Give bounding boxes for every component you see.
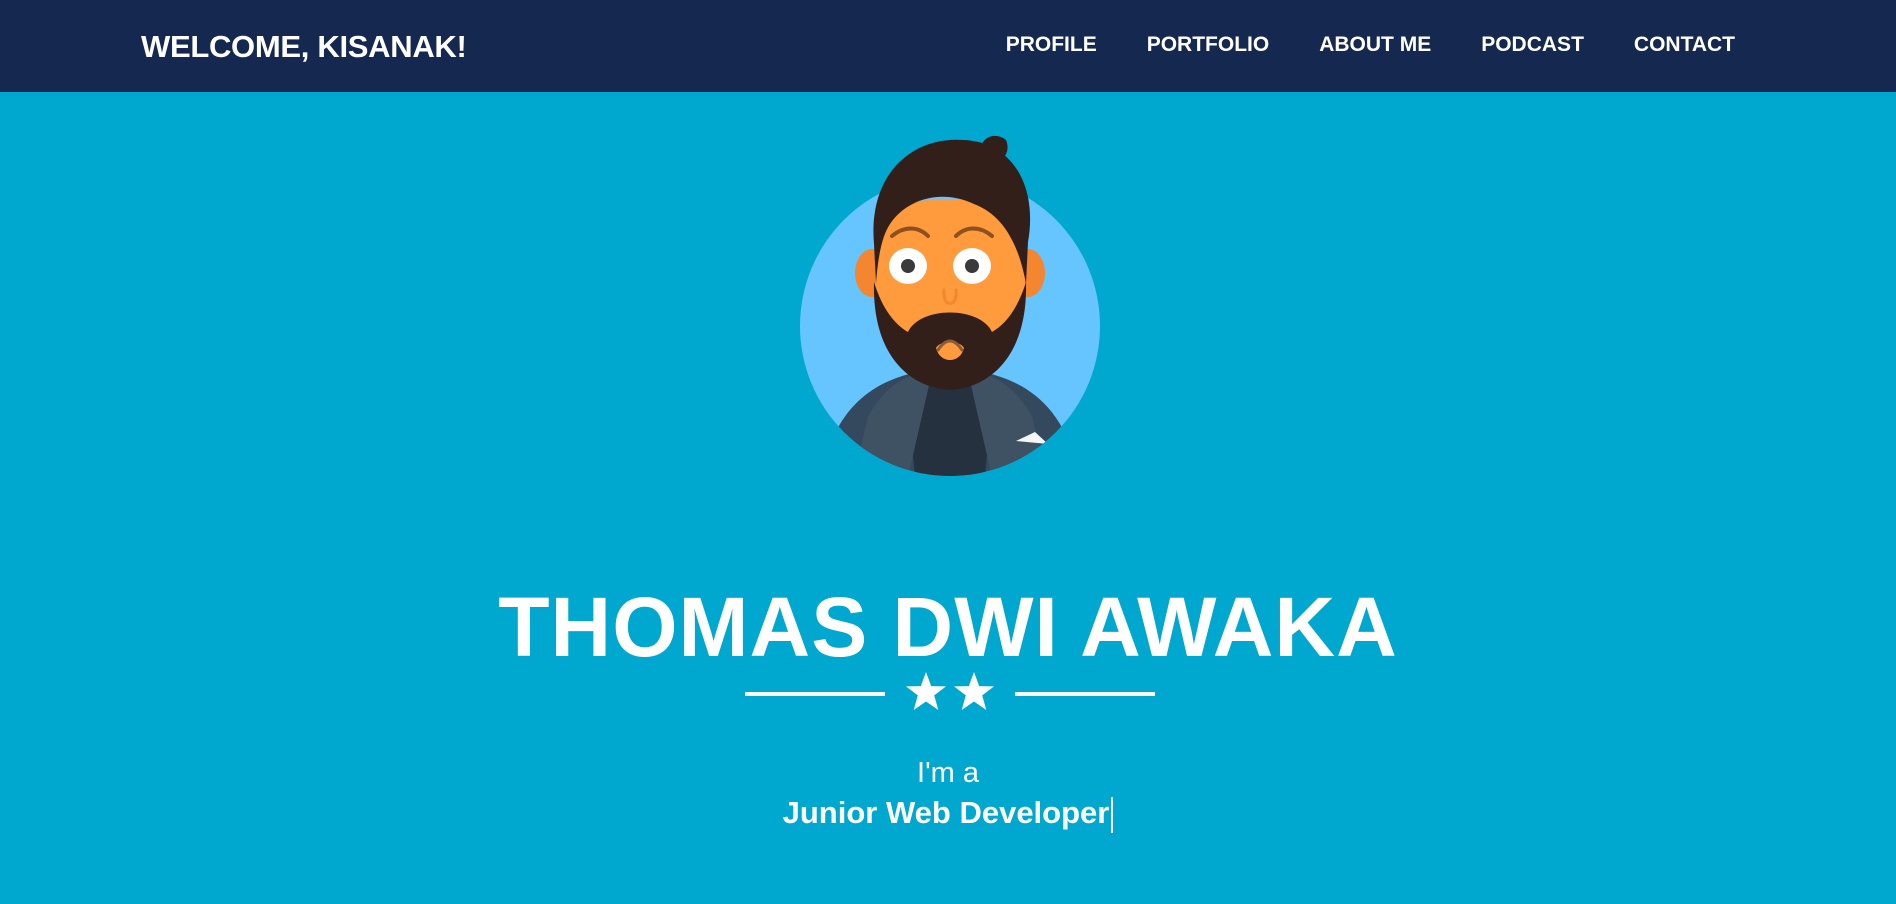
role-text-container: Junior Web Developer: [0, 795, 1896, 833]
divider-stars: [905, 670, 995, 718]
divider-line-left: [745, 692, 885, 696]
avatar: [780, 126, 1120, 486]
star-divider: [745, 670, 1155, 718]
typing-cursor: [1111, 796, 1114, 833]
intro-text: I'm a: [917, 757, 979, 789]
avatar-illustration-icon: [800, 135, 1100, 476]
top-navbar: WELCOME, KISANAK! PROFILE PORTFOLIO ABOU…: [0, 0, 1896, 92]
profile-name: THOMAS DWI AWAKA: [498, 580, 1398, 675]
star-icon: [906, 672, 946, 710]
nav-portfolio-link[interactable]: PORTFOLIO: [1147, 33, 1270, 57]
welcome-brand[interactable]: WELCOME, KISANAK!: [141, 29, 467, 65]
nav-about-me-link[interactable]: ABOUT ME: [1319, 33, 1431, 57]
portfolio-page: WELCOME, KISANAK! PROFILE PORTFOLIO ABOU…: [0, 0, 1896, 904]
nav-podcast-link[interactable]: PODCAST: [1481, 33, 1584, 57]
divider-line-right: [1015, 692, 1155, 696]
main-navigation: PROFILE PORTFOLIO ABOUT ME PODCAST CONTA…: [1006, 33, 1735, 57]
star-icon: [954, 672, 994, 710]
nav-contact-link[interactable]: CONTACT: [1634, 33, 1735, 57]
role-text: Junior Web Developer: [782, 795, 1110, 830]
nav-profile-link[interactable]: PROFILE: [1006, 33, 1097, 57]
